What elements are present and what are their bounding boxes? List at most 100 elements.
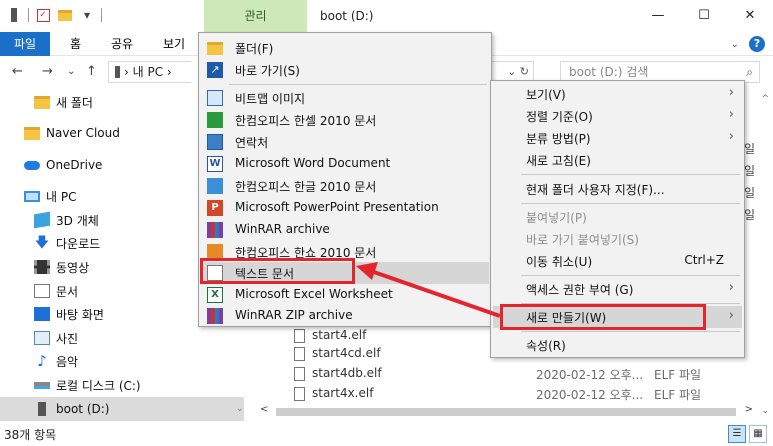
word-icon: W [207,156,223,172]
submenu-item-hanshow[interactable]: 한컴오피스 한쇼 2010 문서 [201,241,489,263]
menu-separator [229,84,487,85]
nav-item-local-disk-c[interactable]: 로컬 디스크 (C:) [0,373,244,397]
menu-item-paste: 붙여넣기(P) [493,206,742,228]
nav-item-boot-d[interactable]: boot (D:) [0,397,244,421]
window-title: boot (D:) [320,9,374,23]
submenu-item-winrar[interactable]: WinRAR archive [201,219,489,241]
file-name: start4db.elf [312,366,382,380]
tab-file[interactable]: 파일 [0,32,50,56]
view-buttons: ☰ ▦ [728,425,767,443]
close-button[interactable]: ✕ [727,0,773,32]
recent-locations-chevron-icon[interactable]: ⌄ [67,66,75,77]
ribbon-expand-chevron-icon[interactable]: ⌄ [731,39,739,50]
scrollbar-thumb[interactable] [276,408,736,416]
video-icon [34,260,50,274]
nav-item-label: 사진 [56,331,79,346]
powerpoint-icon: P [207,200,223,216]
column-fragment: 일 [743,208,755,222]
nav-scroll-down-icon[interactable]: ⌄ [236,404,244,414]
menu-item-label: 붙여넣기(P) [526,211,587,225]
menu-item-new[interactable]: 새로 만들기(W) › [493,306,742,328]
nav-item-pictures[interactable]: 사진 [0,326,244,350]
help-icon[interactable]: ? [749,36,765,52]
picture-icon [34,331,50,345]
submenu-item-powerpoint[interactable]: P Microsoft PowerPoint Presentation [201,197,489,219]
submenu-item-winrar-zip[interactable]: WinRAR ZIP archive [201,305,489,327]
winrar-icon [207,222,223,238]
menu-separator [521,331,740,332]
tab-view[interactable]: 보기 [163,32,185,56]
drive-icon[interactable] [6,6,22,24]
menu-item-paste-shortcut: 바로 가기 붙여넣기(S) [493,228,742,250]
maximize-button[interactable]: ☐ [681,0,727,32]
submenu-item-hwp[interactable]: 한컴오피스 한글 2010 문서 [201,175,489,197]
desktop-icon [34,307,50,321]
file-name: start4.elf [312,328,367,342]
menu-item-label: 액세스 권한 부여 (G) [526,283,634,297]
folder-icon [24,126,40,140]
back-arrow-icon[interactable]: ← [12,64,23,79]
minimize-button[interactable]: — [635,0,681,32]
excel-icon: X [207,287,223,303]
column-fragment: 일 [743,142,755,156]
address-path: › 내 PC › [124,65,172,79]
item-count: 38개 항목 [4,428,57,442]
nav-item-label: 로컬 디스크 (C:) [56,378,141,393]
address-bar[interactable]: › 내 PC › [108,61,191,83]
menu-item-view[interactable]: 보기(V) › [493,83,742,105]
menu-item-label: WinRAR archive [235,222,330,236]
menu-item-label: 한컴오피스 한셀 2010 문서 [235,114,377,128]
submenu-item-text-document[interactable]: 텍스트 문서 [201,262,489,284]
winrar-zip-icon [207,308,223,324]
menu-item-sort-by[interactable]: 정렬 기준(O) › [493,105,742,127]
file-icon [294,347,305,361]
drive-icon [115,66,120,78]
usb-drive-icon [38,402,46,416]
menu-item-label: 정렬 기준(O) [526,110,593,124]
details-view-button[interactable]: ☰ [728,425,746,443]
submenu-arrow-icon: › [728,107,734,122]
search-icon: ⌕ [746,65,753,79]
folder-icon [207,42,223,55]
folder-icon [58,9,72,21]
submenu-item-folder[interactable]: 폴더(F) [201,37,489,59]
tab-share[interactable]: 공유 [111,32,133,56]
scroll-left-icon[interactable]: < [260,404,268,415]
nav-item-label: 동영상 [56,260,90,275]
nav-item-music[interactable]: ♪ 음악 [0,349,244,373]
tab-manage[interactable]: 관리 [204,0,307,32]
file-row[interactable]: start4db.elf 2020-02-12 오후... ELF 파일 [294,364,754,384]
properties-button[interactable]: ✓ [35,6,51,24]
menu-item-customize-folder[interactable]: 현재 폴더 사용자 지정(F)... [493,178,742,200]
tab-home[interactable]: 홈 [70,32,81,56]
context-menu: 보기(V) › 정렬 기준(O) › 분류 방법(P) › 새로 고침(E) 현… [490,80,745,358]
file-row[interactable]: start4x.elf 2020-02-12 오후... ELF 파일 [294,384,754,404]
submenu-item-excel[interactable]: X Microsoft Excel Worksheet [201,284,489,306]
submenu-item-word[interactable]: W Microsoft Word Document [201,153,489,175]
qat-dropdown-button[interactable]: ▾ [79,6,95,24]
menu-item-refresh[interactable]: 새로 고침(E) [493,149,742,171]
new-folder-button[interactable] [57,6,73,24]
menu-item-group-by[interactable]: 분류 방법(P) › [493,127,742,149]
submenu-item-shortcut[interactable]: ↗ 바로 가기(S) [201,59,489,81]
scroll-up-icon[interactable]: ^ [761,94,769,104]
document-icon [34,284,50,298]
up-arrow-icon[interactable]: ↑ [86,64,97,79]
menu-item-label: WinRAR ZIP archive [235,308,353,322]
submenu-arrow-icon: › [728,85,734,100]
file-name: start4cd.elf [312,346,381,360]
submenu-item-bitmap[interactable]: 비트맵 이미지 [201,87,489,109]
submenu-item-contact[interactable]: 연락처 [201,131,489,153]
menu-item-undo-move[interactable]: 이동 취소(U) Ctrl+Z [493,250,742,272]
forward-arrow-icon[interactable]: → [42,64,53,79]
file-icon [294,329,305,343]
scroll-right-icon[interactable]: > [745,404,753,415]
large-icons-view-button[interactable]: ▦ [749,425,767,443]
file-name: start4x.elf [312,386,374,400]
menu-item-give-access[interactable]: 액세스 권한 부여 (G) › [493,278,742,300]
horizontal-scrollbar[interactable]: < > [250,404,773,420]
menu-item-properties[interactable]: 속성(R) [493,334,742,356]
submenu-item-hancell[interactable]: 한컴오피스 한셀 2010 문서 [201,109,489,131]
file-date: 2020-02-12 오후... [536,368,644,382]
file-icon [294,387,305,401]
